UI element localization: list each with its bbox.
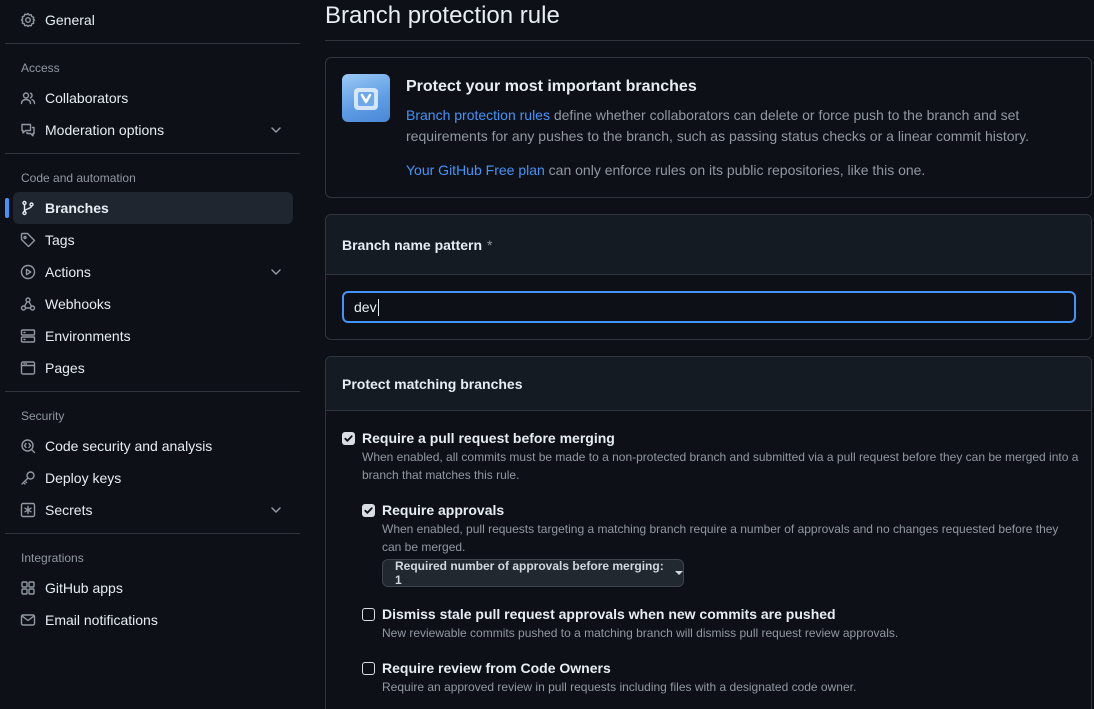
- sidebar-item-label: Secrets: [45, 502, 93, 518]
- rule-require-approvals[interactable]: Require approvals: [362, 502, 504, 518]
- sidebar-item-secrets[interactable]: Secrets: [13, 494, 293, 526]
- text-caret: [377, 298, 379, 316]
- branch-name-pattern-input[interactable]: dev: [342, 291, 1076, 323]
- sidebar-item-label: GitHub apps: [45, 580, 123, 596]
- branch-protection-illustration: [342, 74, 390, 122]
- sidebar-divider: [5, 43, 300, 44]
- rule-require-pull-request[interactable]: Require a pull request before merging: [342, 430, 615, 446]
- checkbox-checked[interactable]: [362, 504, 375, 517]
- title-divider: [325, 40, 1094, 41]
- checkbox-unchecked[interactable]: [362, 662, 375, 675]
- sidebar-item-actions[interactable]: Actions: [13, 256, 293, 288]
- sidebar-item-collaborators[interactable]: Collaborators: [13, 82, 293, 114]
- sidebar-item-general[interactable]: General: [13, 4, 293, 36]
- play-circle-icon: [20, 264, 36, 280]
- sidebar-item-moderation[interactable]: Moderation options: [13, 114, 293, 146]
- sidebar-item-tags[interactable]: Tags: [13, 224, 293, 256]
- sidebar-item-label: Deploy keys: [45, 470, 122, 486]
- branch-name-pattern-header: Branch name pattern *: [326, 215, 1091, 275]
- shield-illustration-icon: [354, 88, 378, 110]
- asterisk-box-icon: [20, 502, 36, 518]
- rule-description: New reviewable commits pushed to a match…: [382, 626, 899, 640]
- protect-matching-branches-heading: Protect matching branches: [342, 375, 523, 392]
- sidebar-item-label: Pages: [45, 360, 85, 376]
- protect-matching-branches-header: Protect matching branches: [326, 357, 1091, 411]
- protect-matching-branches-section: Protect matching branches Require a pull…: [325, 356, 1092, 709]
- people-icon: [20, 90, 36, 106]
- rule-description: Require an approved review in pull reque…: [382, 680, 857, 694]
- tag-icon: [20, 232, 36, 248]
- plan-note-text: can only enforce rules on its public rep…: [544, 162, 926, 178]
- branch-name-pattern-section: Branch name pattern * dev: [325, 214, 1092, 340]
- promo-heading: Protect your most important branches: [406, 78, 697, 95]
- sidebar-heading-security: Security: [21, 409, 65, 423]
- page-title: Branch protection rule: [325, 2, 560, 29]
- server-icon: [20, 328, 36, 344]
- checkbox-checked[interactable]: [342, 432, 355, 445]
- sidebar-item-environments[interactable]: Environments: [13, 320, 293, 352]
- sidebar-heading-integrations: Integrations: [21, 551, 84, 565]
- checkbox-unchecked[interactable]: [362, 608, 375, 621]
- sidebar-divider: [5, 533, 300, 534]
- chevron-down-icon[interactable]: [269, 503, 283, 517]
- sidebar-item-branches[interactable]: Branches: [5, 192, 293, 224]
- promo-description: Branch protection rules define whether c…: [406, 105, 1046, 147]
- sidebar-item-label: Webhooks: [45, 296, 111, 312]
- sidebar-item-code-security[interactable]: Code security and analysis: [13, 430, 293, 462]
- branch-protection-rules-link[interactable]: Branch protection rules: [406, 107, 550, 123]
- sidebar-item-label: Actions: [45, 264, 91, 280]
- check-icon: [364, 507, 373, 514]
- browser-icon: [20, 360, 36, 376]
- rule-label: Dismiss stale pull request approvals whe…: [382, 606, 836, 622]
- gear-icon: [20, 12, 36, 28]
- required-approvals-dropdown[interactable]: Required number of approvals before merg…: [382, 559, 684, 587]
- chevron-down-icon[interactable]: [269, 265, 283, 279]
- github-free-plan-link[interactable]: Your GitHub Free plan: [406, 162, 545, 178]
- triangle-down-icon: [675, 571, 683, 575]
- required-approvals-value: Required number of approvals before merg…: [395, 559, 664, 587]
- active-indicator: [5, 198, 9, 218]
- comment-discussion-icon: [20, 122, 36, 138]
- branch-name-pattern-label: Branch name pattern: [342, 236, 483, 253]
- sidebar-item-label: Tags: [45, 232, 75, 248]
- sidebar-divider: [5, 153, 300, 154]
- required-asterisk: *: [487, 236, 493, 253]
- settings-sidebar: General Access Collaborators Moderation …: [0, 0, 300, 709]
- sidebar-item-github-apps[interactable]: GitHub apps: [13, 572, 293, 604]
- rule-description: When enabled, pull requests targeting a …: [382, 522, 1059, 554]
- sidebar-item-webhooks[interactable]: Webhooks: [13, 288, 293, 320]
- sidebar-item-label: Branches: [45, 200, 109, 216]
- apps-icon: [20, 580, 36, 596]
- sidebar-heading-code-automation: Code and automation: [21, 171, 136, 185]
- rule-label: Require review from Code Owners: [382, 660, 611, 676]
- sidebar-divider: [5, 391, 300, 392]
- branch-name-pattern-value: dev: [354, 299, 377, 315]
- sidebar-item-label: Moderation options: [45, 122, 165, 138]
- key-icon: [20, 470, 36, 486]
- branch-protection-promo: Protect your most important branches Bra…: [325, 57, 1092, 198]
- rule-dismiss-stale-approvals[interactable]: Dismiss stale pull request approvals whe…: [362, 606, 836, 622]
- rule-require-code-owner-review[interactable]: Require review from Code Owners: [362, 660, 611, 676]
- chevron-down-icon[interactable]: [269, 123, 283, 137]
- codescan-icon: [20, 438, 36, 454]
- sidebar-item-email-notifications[interactable]: Email notifications: [13, 604, 293, 636]
- rule-description: When enabled, all commits must be made t…: [362, 450, 1079, 482]
- mail-icon: [20, 612, 36, 628]
- sidebar-item-label: Environments: [45, 328, 131, 344]
- sidebar-item-label: Code security and analysis: [45, 438, 213, 454]
- rule-label: Require a pull request before merging: [362, 430, 615, 446]
- sidebar-item-label: General: [45, 12, 95, 28]
- sidebar-item-label: Collaborators: [45, 90, 129, 106]
- sidebar-item-label: Email notifications: [45, 612, 158, 628]
- sidebar-heading-access: Access: [21, 61, 60, 75]
- git-branch-icon: [20, 200, 36, 216]
- check-icon: [344, 435, 353, 442]
- plan-note: Your GitHub Free plan can only enforce r…: [406, 162, 925, 178]
- rule-label: Require approvals: [382, 502, 505, 518]
- sidebar-item-deploy-keys[interactable]: Deploy keys: [13, 462, 293, 494]
- sidebar-item-pages[interactable]: Pages: [13, 352, 293, 384]
- webhook-icon: [20, 296, 36, 312]
